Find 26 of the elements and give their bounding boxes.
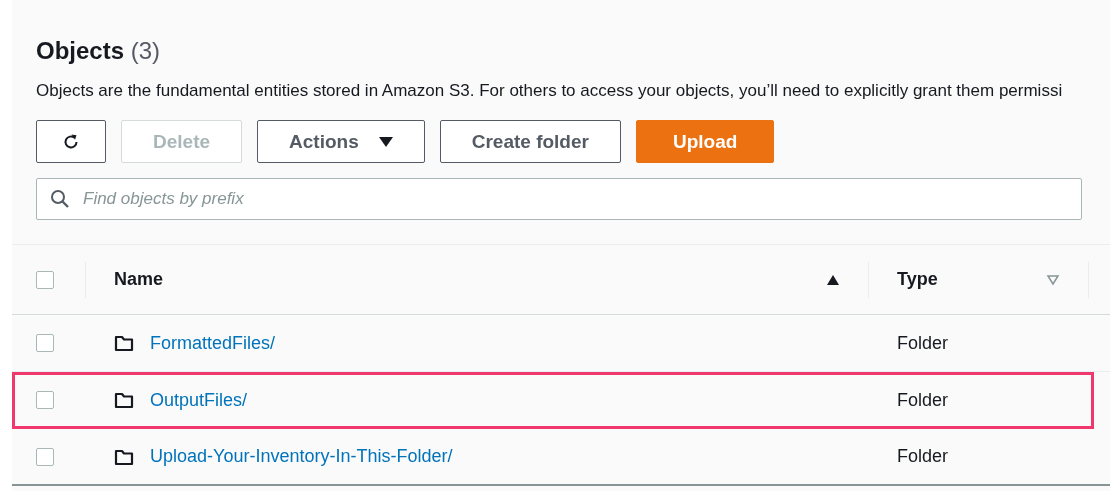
row-checkbox[interactable] [36, 447, 54, 466]
folder-link[interactable]: Upload-Your-Inventory-In-This-Folder/ [150, 446, 453, 467]
folder-icon [114, 334, 134, 352]
caret-icon [378, 136, 393, 147]
folder-icon [114, 391, 134, 409]
column-header[interactable]: Name [86, 261, 869, 298]
refresh-button[interactable] [36, 120, 106, 163]
object-count: (3) [130, 37, 161, 64]
table-cell: Folder [897, 332, 949, 354]
row-checkbox[interactable] [36, 334, 54, 352]
upload-button[interactable]: Upload [635, 120, 775, 163]
toolbar-button[interactable]: Create folder [439, 120, 621, 163]
table-cell: Folder [897, 446, 949, 467]
search-field[interactable]: Find objects by prefix [36, 178, 1082, 220]
section-description: Objects are the fundamental entities stored in Amazon S3. For others to access your objects, you’ll need to explicitly grant them permissi [36, 82, 1064, 100]
select-all-checkbox[interactable] [36, 270, 54, 289]
folder-link[interactable]: OutputFiles/ [150, 389, 248, 411]
sort-icon[interactable] [826, 273, 840, 286]
folder-icon [114, 447, 134, 466]
table-cell: Folder [897, 389, 949, 411]
actions-dropdown[interactable]: Actions [257, 120, 425, 163]
folder-link[interactable]: FormattedFiles/ [150, 332, 276, 354]
section-title: Objects [36, 37, 125, 64]
column-header[interactable]: Type [869, 261, 1089, 298]
row-checkbox[interactable] [36, 391, 54, 409]
search-icon [50, 189, 70, 209]
